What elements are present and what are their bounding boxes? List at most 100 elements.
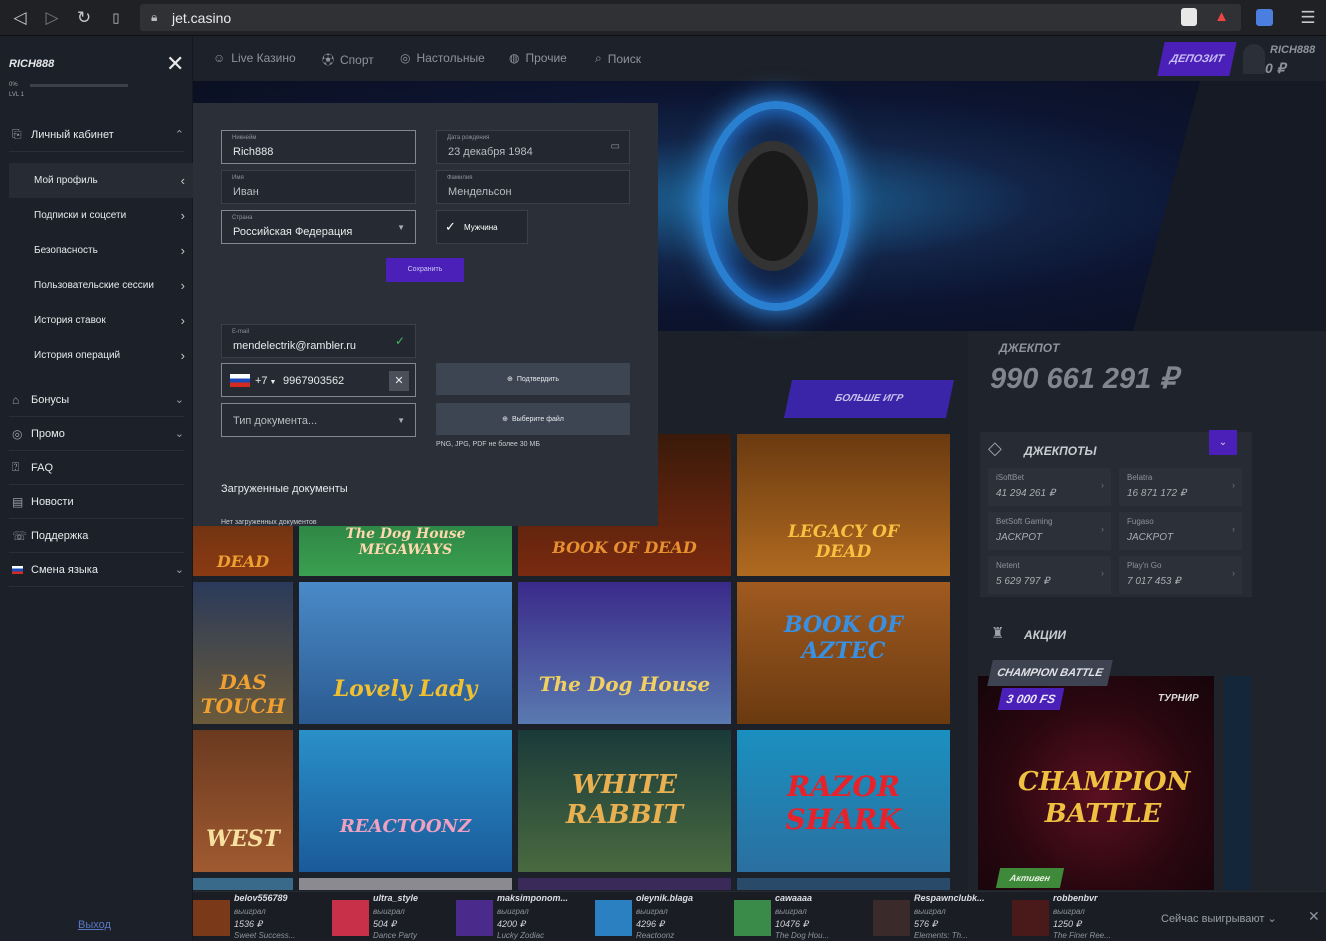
winner-item[interactable]: belov556789 выиграл 1536 ₽ Sweet Success... [193, 892, 332, 941]
bookmark-icon[interactable]: ▯ [104, 6, 128, 30]
phone-code[interactable]: +7 ▼ [255, 375, 276, 387]
winner-item[interactable]: maksimponom... выиграл 4200 ₽ Lucky Zodiac [456, 892, 595, 941]
gender-checkbox[interactable]: ✓ Мужчина [436, 210, 528, 244]
winner-item[interactable]: Respawnclubk... выиграл 576 ₽ Elements: Th.… [873, 892, 1012, 941]
nickname-field[interactable]: Никнейм Rich888 [221, 130, 416, 164]
logout-link[interactable]: Выход [78, 919, 111, 931]
jackpot-cell[interactable]: iSoftBet 41 294 261 ₽ › [988, 468, 1111, 506]
question-icon: ⍰ [12, 460, 20, 474]
nav-search[interactable]: ⌕ Поиск [595, 51, 641, 66]
country-select[interactable]: Страна Российская Федерация ▼ [221, 210, 416, 244]
sidebar-item-news[interactable]: ▤ Новости [9, 485, 184, 519]
close-icon[interactable]: ✕ [1308, 908, 1320, 925]
game-tile[interactable] [193, 878, 293, 890]
game-thumbnail [595, 900, 632, 936]
confirm-button[interactable]: ⊕ Подтвердить [436, 363, 630, 395]
sidebar-item-bet-history[interactable]: История ставок › [9, 303, 193, 338]
chevron-right-icon: › [180, 313, 185, 328]
winner-item[interactable]: oleynik.blaga выиграл 4296 ₽ Reactoonz [595, 892, 734, 941]
jackpot-title: ДЖЕКПОТ [999, 341, 1060, 355]
shield-icon[interactable] [1181, 8, 1197, 26]
nav-sport[interactable]: ⚽︎ Спорт [322, 51, 374, 68]
email-field[interactable]: E-mail mendelectrik@rambler.ru ✓ [221, 324, 416, 358]
jackpot-cell[interactable]: BetSoft Gaming JACKPOT › [988, 512, 1111, 550]
nav-other[interactable]: ◍ Прочие [509, 51, 567, 65]
save-button[interactable]: Сохранить [386, 258, 464, 282]
winners-label[interactable]: Сейчас выигрывают ⌄ [1161, 912, 1277, 925]
game-tile[interactable]: The Dog House [518, 582, 731, 724]
top-navigation: ☺ Live Казино ⚽︎ Спорт ◎ Настольные ◍ Прочие… [193, 36, 1326, 81]
plus-circle-icon: ⊕ [506, 376, 513, 383]
game-tile[interactable] [299, 878, 512, 890]
game-tile[interactable]: RAZOR SHARK [737, 730, 950, 872]
avatar[interactable] [1243, 44, 1265, 74]
chevron-down-icon: ⌄ [1218, 437, 1228, 448]
back-icon[interactable]: ◁ [8, 6, 32, 30]
last-name-field[interactable]: Фамилия Мендельсон [436, 170, 630, 204]
choose-file-button[interactable]: ⊕ Выберите файл [436, 403, 630, 435]
chevron-right-icon: › [180, 243, 185, 258]
sidebar-item-my-profile[interactable]: Мой профиль ‹ [9, 163, 193, 198]
sidebar-item-support[interactable]: ☏ Поддержка [9, 519, 184, 553]
sidebar-item-bonuses[interactable]: ⌂ Бонусы ⌄ [9, 383, 184, 417]
dealer-icon: ☺ [213, 51, 226, 65]
jackpot-cell[interactable]: Netent 5 629 797 ₽ › [988, 556, 1111, 594]
chess-icon: ♜ [991, 625, 1005, 642]
game-tile[interactable]: BOOK OF AZTEC [737, 582, 950, 724]
chevron-left-icon: ‹ [180, 173, 185, 188]
sidebar-item-promo[interactable]: ◎ Промо ⌄ [9, 417, 184, 451]
birthdate-field[interactable]: Дата рождения 23 декабря 1984 ▭ [436, 130, 630, 164]
ball-icon: ◍ [509, 51, 520, 65]
phone-field[interactable]: +7 ▼ 9967903562 ✕ [221, 363, 416, 397]
nav-live-casino[interactable]: ☺ Live Казино [213, 51, 296, 65]
jackpot-amount: 990 661 291 ₽ [990, 363, 1178, 395]
sidebar-item-subscriptions[interactable]: Подписки и соцсети › [9, 198, 193, 233]
sidebar-item-cabinet[interactable]: ⎘ Личный кабинет ⌃ [9, 118, 184, 152]
reload-icon[interactable]: ↻ [72, 6, 96, 30]
forward-icon[interactable]: ▷ [40, 6, 64, 30]
chevron-down-icon: ⌄ [174, 394, 184, 406]
promo-next-slide[interactable] [1224, 676, 1251, 890]
game-tile[interactable]: REACTOONZ [299, 730, 512, 872]
more-games-button[interactable]: БОЛЬШЕ ИГР [783, 380, 955, 418]
winner-item[interactable]: robbenbvr выиграл 1250 ₽ The Finer Ree... [1012, 892, 1151, 941]
document-type-select[interactable]: Тип документа... ▼ [221, 403, 416, 437]
nav-table-games[interactable]: ◎ Настольные [400, 51, 485, 65]
sidebar-item-faq[interactable]: ⍰ FAQ [9, 451, 184, 485]
game-tile[interactable] [518, 878, 731, 890]
news-icon: ▤ [12, 494, 24, 509]
game-tile[interactable]: WEST [193, 730, 293, 872]
translate-icon[interactable] [1256, 9, 1273, 26]
sidebar-item-security[interactable]: Безопасность › [9, 233, 193, 268]
jackpot-cell[interactable]: Play'n Go 7 017 453 ₽ › [1119, 556, 1242, 594]
search-icon: ⌕ [595, 51, 602, 65]
promo-banner-title: CHAMPION BATTLE [1018, 767, 1191, 829]
sidebar-item-sessions[interactable]: Пользовательские сессии › [9, 268, 193, 303]
jackpot-cell[interactable]: Fugaso JACKPOT › [1119, 512, 1242, 550]
sidebar-item-operations[interactable]: История операций › [9, 338, 193, 373]
address-bar[interactable]: 🔒︎ jet.casino ▲ [140, 4, 1241, 31]
jackpot-cell[interactable]: Belatra 16 871 172 ₽ › [1119, 468, 1242, 506]
triangle-icon[interactable]: ▲ [1214, 8, 1229, 25]
calendar-icon[interactable]: ▭ [611, 141, 620, 152]
flag-ru-icon[interactable] [230, 374, 250, 387]
first-name-field[interactable]: Имя Иван [221, 170, 416, 204]
chip-icon: ◎ [400, 51, 411, 65]
game-tile[interactable]: Lovely Lady [299, 582, 512, 724]
level-text: LVL 1 [9, 92, 25, 98]
clear-phone-button[interactable]: ✕ [389, 371, 409, 391]
game-tile[interactable]: WHITE RABBIT [518, 730, 731, 872]
sidebar-item-language[interactable]: Смена языка ⌄ [9, 553, 184, 587]
game-tile[interactable] [737, 878, 950, 890]
game-tile[interactable]: LEGACY OF DEAD [737, 434, 950, 576]
jackpots-dropdown[interactable]: ⌄ [1209, 430, 1237, 455]
deposit-button[interactable]: ДЕПОЗИТ [1157, 42, 1237, 76]
game-tile[interactable]: DAS TOUCH [193, 582, 293, 724]
winner-item[interactable]: cawaaaa выиграл 10476 ₽ The Dog Hou... [734, 892, 873, 941]
game-thumbnail [456, 900, 493, 936]
menu-icon[interactable]: ☰ [1296, 6, 1320, 30]
chevron-up-icon: ⌃ [174, 129, 184, 141]
winner-item[interactable]: ultra_style выиграл 504 ₽ Dance Party [332, 892, 471, 941]
chevron-right-icon: › [1232, 480, 1235, 490]
close-icon[interactable]: ✕ [166, 51, 184, 77]
